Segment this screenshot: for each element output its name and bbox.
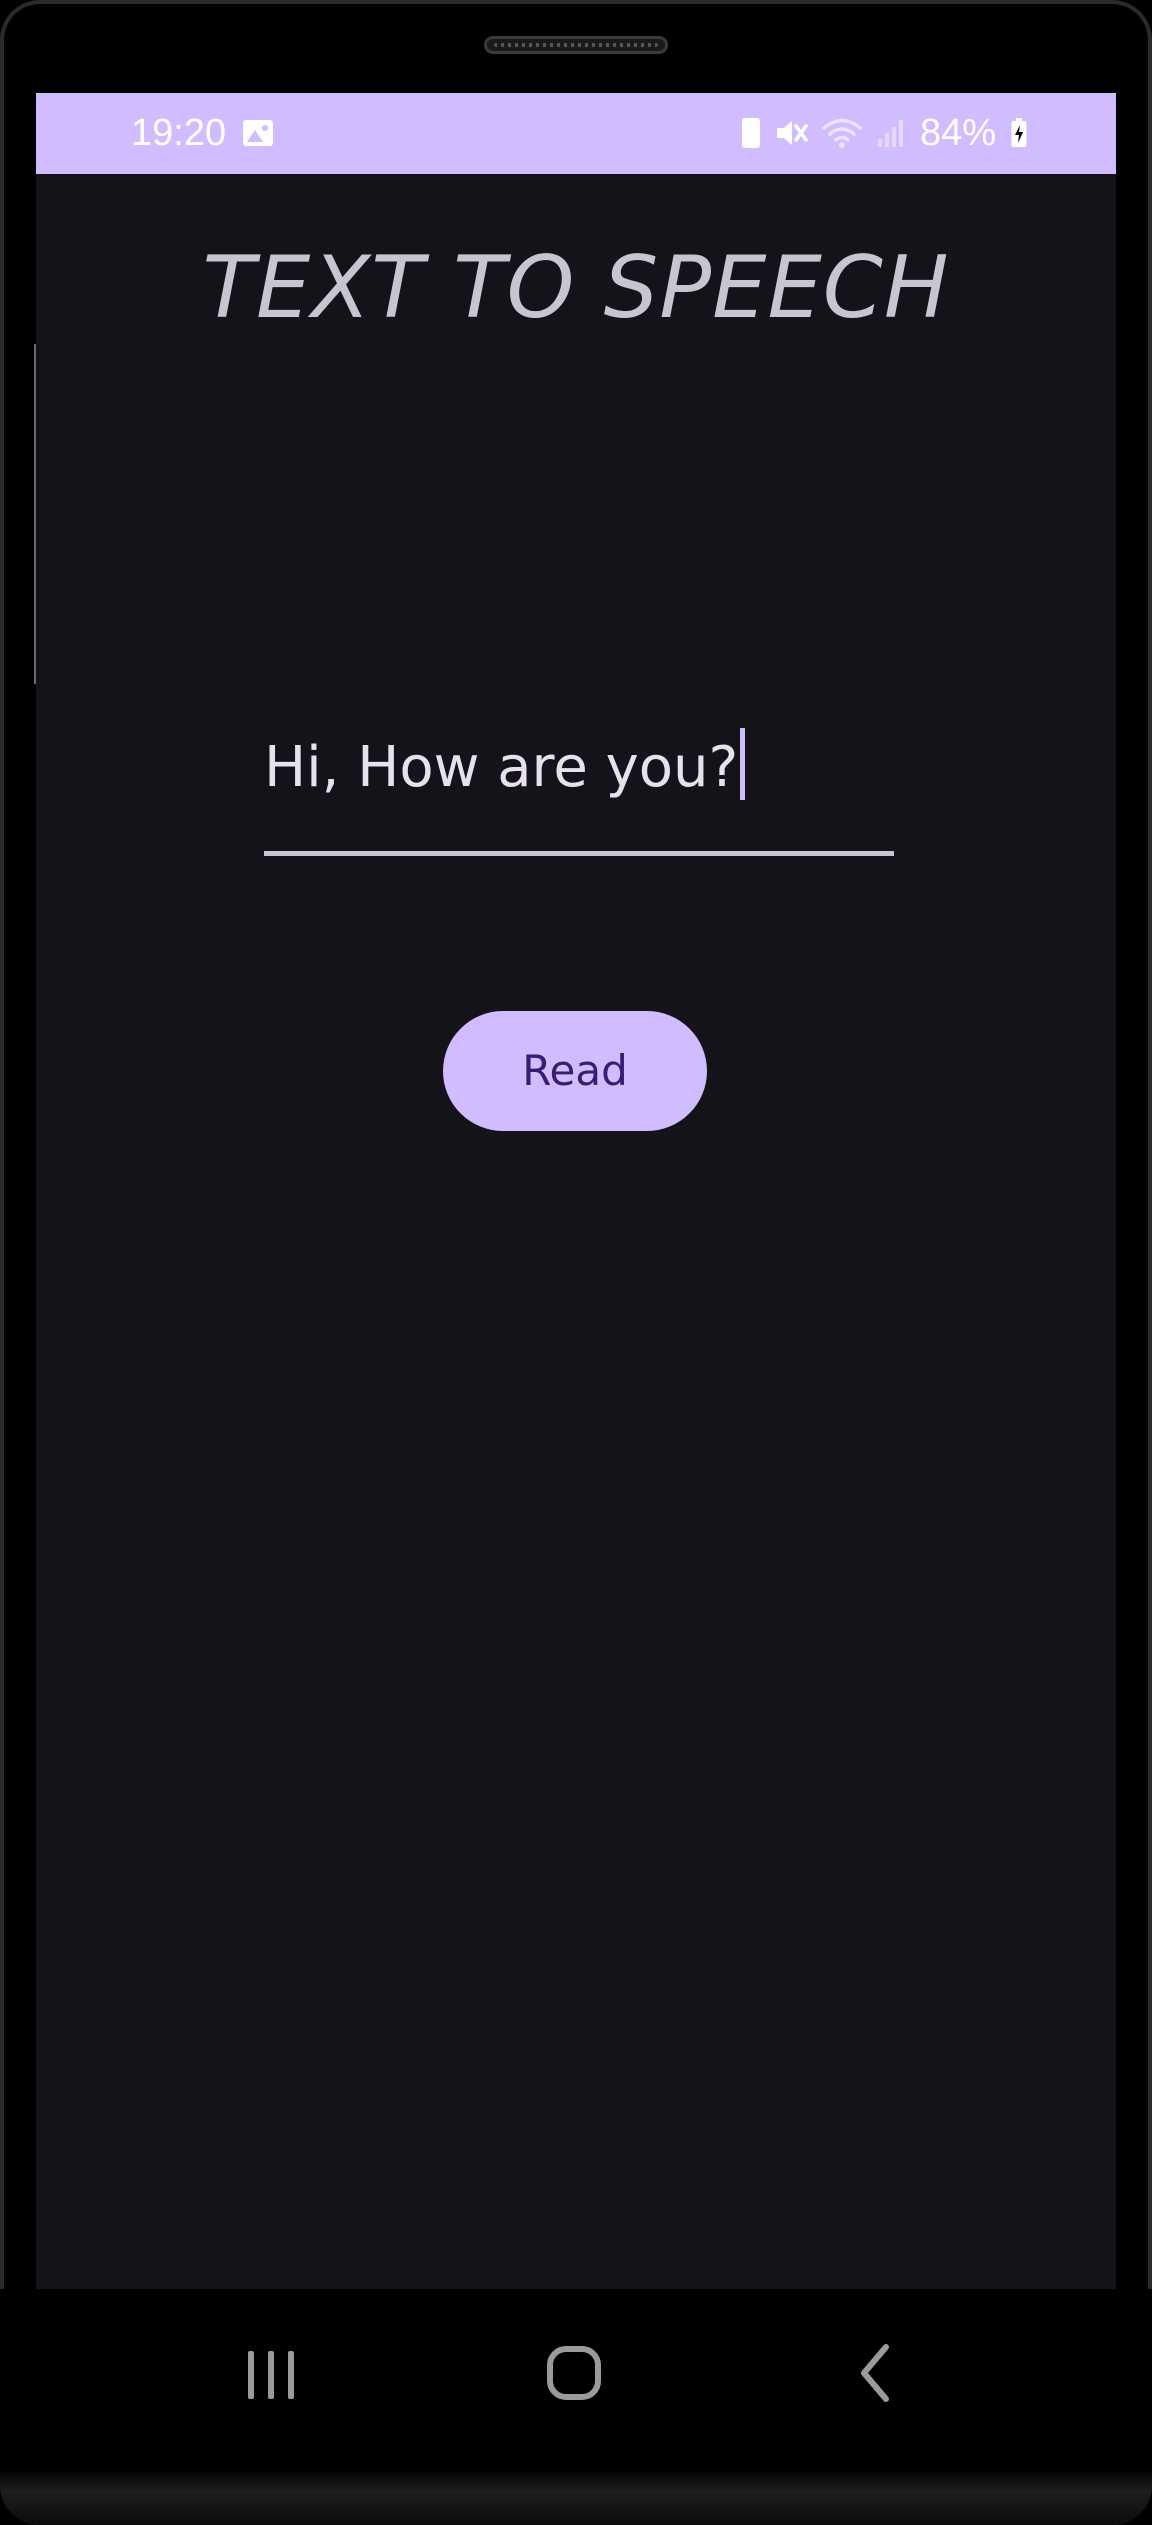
battery-saver-icon [741, 118, 760, 148]
wifi-icon [822, 117, 862, 149]
read-button[interactable]: Read [443, 1011, 707, 1131]
input-underline [264, 851, 894, 856]
gallery-icon [243, 120, 273, 146]
status-time: 19:20 [131, 112, 227, 154]
back-button[interactable] [832, 2329, 922, 2409]
navigation-bar [0, 2289, 1152, 2469]
back-icon [861, 2344, 889, 2402]
app-title: TEXT TO SPEECH [202, 238, 950, 338]
recents-button[interactable] [226, 2329, 316, 2409]
status-bar: 19:20 84% [36, 93, 1116, 174]
phone-chin [0, 2469, 1152, 2525]
home-button[interactable] [529, 2329, 619, 2409]
app-screen: 19:20 84% TEXT TO SPEECH Hi, How are you… [36, 93, 1116, 2289]
signal-icon [876, 117, 906, 149]
text-input[interactable]: Hi, How are you? [264, 728, 894, 808]
recents-icon [248, 2351, 294, 2399]
earpiece-speaker [484, 36, 668, 54]
text-input-field[interactable]: Hi, How are you? [264, 613, 894, 800]
charging-icon [1010, 117, 1028, 149]
home-icon [547, 2346, 601, 2400]
mute-icon [774, 117, 808, 149]
text-input-value: Hi, How are you? [264, 735, 739, 800]
battery-percent: 84% [919, 112, 996, 154]
status-icons: 84% [741, 107, 1028, 159]
text-cursor [740, 728, 746, 800]
